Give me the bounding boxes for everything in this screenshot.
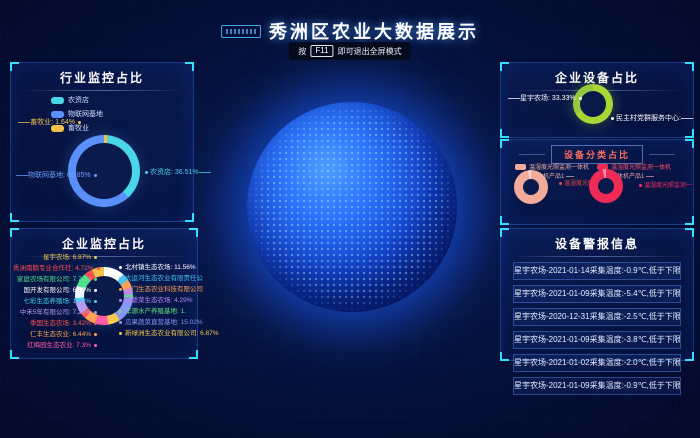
tip-prefix: 按 bbox=[298, 46, 306, 57]
alarm-list: 星宇农场-2021-01-14采集温度:-0.9℃,低于下限:0℃ 星宇农场-2… bbox=[501, 262, 693, 395]
divider bbox=[511, 256, 683, 257]
enterprise-label: 瓜果蔬菜直营基地: 15.02% bbox=[119, 317, 197, 328]
industry-callout-livestock: 畜牧业: 1.64% bbox=[11, 117, 81, 127]
enterprise-left-labels: 星宇农场: 6.87% 秀洲南鹅专业合作社: 4.72% 家庭农场有限公司: 7… bbox=[13, 252, 97, 351]
industry-panel-title: 行业监控占比 bbox=[11, 69, 193, 86]
f11-key-badge: F11 bbox=[310, 45, 333, 57]
legend-label: 农资店 bbox=[68, 95, 89, 105]
device-callout-center: 民主村党群服务中心: bbox=[611, 113, 696, 123]
enterprise-label: 季国生态农场: 3.42% bbox=[13, 318, 97, 329]
category-right-donut-chart[interactable] bbox=[589, 169, 623, 203]
industry-monitor-panel: 行业监控占比 农资店 物联网基地 畜牧业 畜牧业: 1.64% bbox=[10, 62, 194, 222]
legend-label: 温湿度光照监测一体机 bbox=[529, 162, 589, 171]
device-ratio-donut-chart[interactable] bbox=[573, 84, 613, 124]
enterprise-label: 中禾5年有限公司: 7.29% bbox=[13, 307, 97, 318]
enterprise-label: 绿蔬菜生态农场: 4.29% bbox=[119, 295, 197, 306]
legend-label: 温湿度光照监测一体机 bbox=[611, 162, 671, 171]
enterprise-label: 家庭农场有限公司: 7.72% bbox=[13, 274, 97, 285]
enterprise-label: 星宇农场: 6.87% bbox=[13, 252, 97, 263]
device-ratio-panel: 企业设备占比 星宇农场: 33.33% 民主村党群服务中心: bbox=[500, 62, 694, 138]
industry-donut-chart[interactable] bbox=[68, 135, 140, 207]
device-category-panel: 设备分类占比 温湿度光照监测一体机 一体机产品1 温湿度光照监测一 温湿度光照监… bbox=[500, 139, 694, 225]
fullscreen-tip: 按 F11 即可退出全屏模式 bbox=[289, 42, 410, 60]
industry-callout-agristore: 农资店: 36.51% bbox=[145, 167, 214, 177]
header-logo-badge bbox=[221, 25, 261, 38]
enterprise-label: 七彩生态养殖场: 1.72% bbox=[13, 296, 97, 307]
alarm-row: 星宇农场-2021-01-09采集温度:-3.8℃,低于下限:0℃ bbox=[513, 331, 681, 349]
divider bbox=[21, 90, 183, 91]
enterprise-right-labels: 北村镇生态农场: 11.56% 大运河生态农业有限责任公 稻门生态农业科技有限公… bbox=[119, 262, 197, 339]
enterprise-label: 新绿洲生态农业有限公司: 6.87% bbox=[119, 328, 197, 339]
enterprise-label: 国开发有限公司: 6.87% bbox=[13, 285, 97, 296]
device-callout-farm: 星宇农场: 33.33% bbox=[505, 93, 567, 103]
alarm-row: 星宇农场-2021-01-09采集温度:-0.9℃,低于下限:0℃ bbox=[513, 377, 681, 395]
alarm-panel: 设备警报信息 星宇农场-2021-01-14采集温度:-0.9℃,低于下限:0℃… bbox=[500, 228, 694, 361]
enterprise-label: 丰源水产养殖基地: 1. bbox=[119, 306, 197, 317]
globe-dot-texture bbox=[247, 102, 457, 312]
enterprise-label: 仁丰生态农业: 6.44% bbox=[13, 329, 97, 340]
legend-item[interactable]: 农资店 bbox=[51, 95, 103, 105]
alarm-panel-title: 设备警报信息 bbox=[501, 235, 693, 252]
alarm-row: 星宇农场-2021-01-02采集温度:-2.0℃,低于下限:0℃ bbox=[513, 354, 681, 372]
enterprise-monitor-panel: 企业监控占比 星宇农场: 6.87% 秀洲南鹅专业合作社: 4.72% 家庭农场… bbox=[10, 228, 198, 359]
legend-color-chip bbox=[51, 97, 64, 104]
alarm-row: 星宇农场-2021-01-14采集温度:-0.9℃,低于下限:0℃ bbox=[513, 262, 681, 280]
enterprise-label: 稻门生态农业科技有限公司 bbox=[119, 284, 197, 295]
category-left-donut-chart[interactable] bbox=[514, 170, 548, 204]
globe-visualization bbox=[247, 102, 457, 312]
enterprise-label: 秀洲南鹅专业合作社: 4.72% bbox=[13, 263, 97, 274]
alarm-row: 星宇农场-2021-01-09采集温度:-5.4℃,低于下限:0℃ bbox=[513, 285, 681, 303]
enterprise-label: 红梅园生态农业: 7.3% bbox=[13, 340, 97, 351]
industry-callout-iot: 物联网基地: 61.85% bbox=[13, 170, 71, 180]
enterprise-label: 大运河生态农业有限责任公 bbox=[119, 273, 197, 284]
header: 秀洲区农业大数据展示 bbox=[0, 18, 700, 44]
industry-legend: 农资店 物联网基地 畜牧业 bbox=[51, 95, 103, 137]
tip-suffix: 即可退出全屏模式 bbox=[338, 46, 402, 57]
page-title: 秀洲区农业大数据展示 bbox=[269, 18, 479, 44]
category-right-callout: 温湿度光照监测一 bbox=[639, 180, 692, 189]
enterprise-panel-title: 企业监控占比 bbox=[11, 235, 197, 252]
alarm-row: 星宇农场-2020-12-31采集温度:-2.5℃,低于下限:0℃ bbox=[513, 308, 681, 326]
enterprise-label: 北村镇生态农场: 11.56% bbox=[119, 262, 197, 273]
dashboard-page: 秀洲区农业大数据展示 按 F11 即可退出全屏模式 行业监控占比 农资店 物联网… bbox=[0, 0, 700, 438]
legend-color-chip bbox=[515, 164, 526, 170]
